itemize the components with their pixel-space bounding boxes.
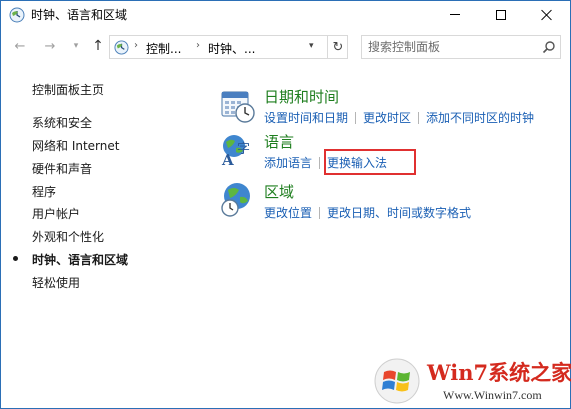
recent-locations-button[interactable]: ▾: [67, 37, 85, 55]
calendar-clock-icon: [221, 91, 255, 123]
sidebar-item-programs[interactable]: 程序: [32, 183, 56, 200]
navigation-bar: ← → ▾ ↑ › 控制... › 时钟、... ▾ ↻: [1, 33, 570, 61]
close-button[interactable]: [524, 1, 570, 28]
close-icon: [541, 9, 553, 21]
sidebar-item-system-security[interactable]: 系统和安全: [32, 114, 92, 131]
control-panel-icon: [114, 40, 129, 55]
link-divider: [319, 157, 321, 169]
breadcrumb-separator[interactable]: ›: [196, 40, 200, 51]
breadcrumb-clock-region[interactable]: 时钟、...: [208, 40, 255, 57]
link-add-language[interactable]: 添加语言: [264, 156, 312, 170]
window-title: 时钟、语言和区域: [31, 8, 128, 22]
category-links-region: 更改位置 更改日期、时间或数字格式: [264, 204, 471, 221]
up-button[interactable]: ↑: [89, 37, 107, 55]
forward-button[interactable]: →: [41, 37, 59, 55]
svg-text:字: 字: [237, 142, 250, 157]
sidebar-item-hardware-sound[interactable]: 硬件和声音: [32, 160, 92, 177]
svg-text:A: A: [221, 151, 234, 169]
language-icon: A 字: [221, 135, 250, 169]
sidebar-item-user-accounts[interactable]: 用户帐户: [32, 205, 80, 222]
maximize-icon: [496, 9, 506, 20]
sidebar-home-link[interactable]: 控制面板主页: [32, 81, 104, 98]
sidebar-item-appearance[interactable]: 外观和个性化: [32, 228, 104, 245]
minimize-icon: [450, 14, 460, 15]
link-set-date-time[interactable]: 设置时间和日期: [264, 111, 348, 125]
watermark: Win7系统之家 Www.Winwin7.com: [373, 353, 571, 407]
link-divider: [355, 112, 357, 124]
search-box[interactable]: [361, 35, 561, 59]
category-links-date-time: 设置时间和日期 更改时区 添加不同时区的时钟: [264, 109, 534, 126]
back-button[interactable]: ←: [11, 37, 29, 55]
link-divider: [418, 112, 420, 124]
link-change-formats[interactable]: 更改日期、时间或数字格式: [327, 206, 471, 220]
link-change-time-zone[interactable]: 更改时区: [363, 111, 411, 125]
link-add-clocks[interactable]: 添加不同时区的时钟: [426, 111, 534, 125]
control-panel-window: 时钟、语言和区域 ← → ▾ ↑ › 控制... › 时钟、... ▾ ↻ 搜索…: [0, 0, 571, 409]
link-change-location[interactable]: 更改位置: [264, 206, 312, 220]
category-title-date-time[interactable]: 日期和时间: [264, 86, 339, 107]
windows-logo-icon: [374, 358, 420, 404]
active-item-bullet: [13, 256, 18, 261]
breadcrumb-control-panel[interactable]: 控制...: [146, 40, 181, 57]
search-input[interactable]: [368, 39, 528, 55]
globe-clock-icon: [221, 183, 250, 217]
title-bar: 时钟、语言和区域: [1, 1, 570, 28]
sidebar-item-clock-language-region[interactable]: 时钟、语言和区域: [32, 251, 128, 268]
refresh-button[interactable]: ↻: [327, 36, 348, 58]
address-bar[interactable]: › 控制... › 时钟、... ▾ ↻: [109, 35, 348, 59]
sidebar-item-ease-of-access[interactable]: 轻松使用: [32, 274, 80, 291]
breadcrumb-separator[interactable]: ›: [134, 40, 138, 51]
maximize-button[interactable]: [478, 1, 524, 28]
clock-globe-icon: [9, 7, 25, 23]
link-divider: [319, 207, 321, 219]
chevron-down-icon[interactable]: ▾: [309, 41, 314, 51]
minimize-button[interactable]: [432, 1, 478, 28]
sidebar-item-network[interactable]: 网络和 Internet: [32, 137, 119, 154]
annotation-highlight-box: [324, 149, 416, 175]
category-title-language[interactable]: 语言: [264, 131, 294, 152]
watermark-url: Www.Winwin7.com: [443, 388, 542, 402]
category-title-region[interactable]: 区域: [264, 181, 294, 202]
watermark-brand: Win7系统之家: [427, 360, 571, 385]
search-icon[interactable]: [542, 40, 556, 54]
